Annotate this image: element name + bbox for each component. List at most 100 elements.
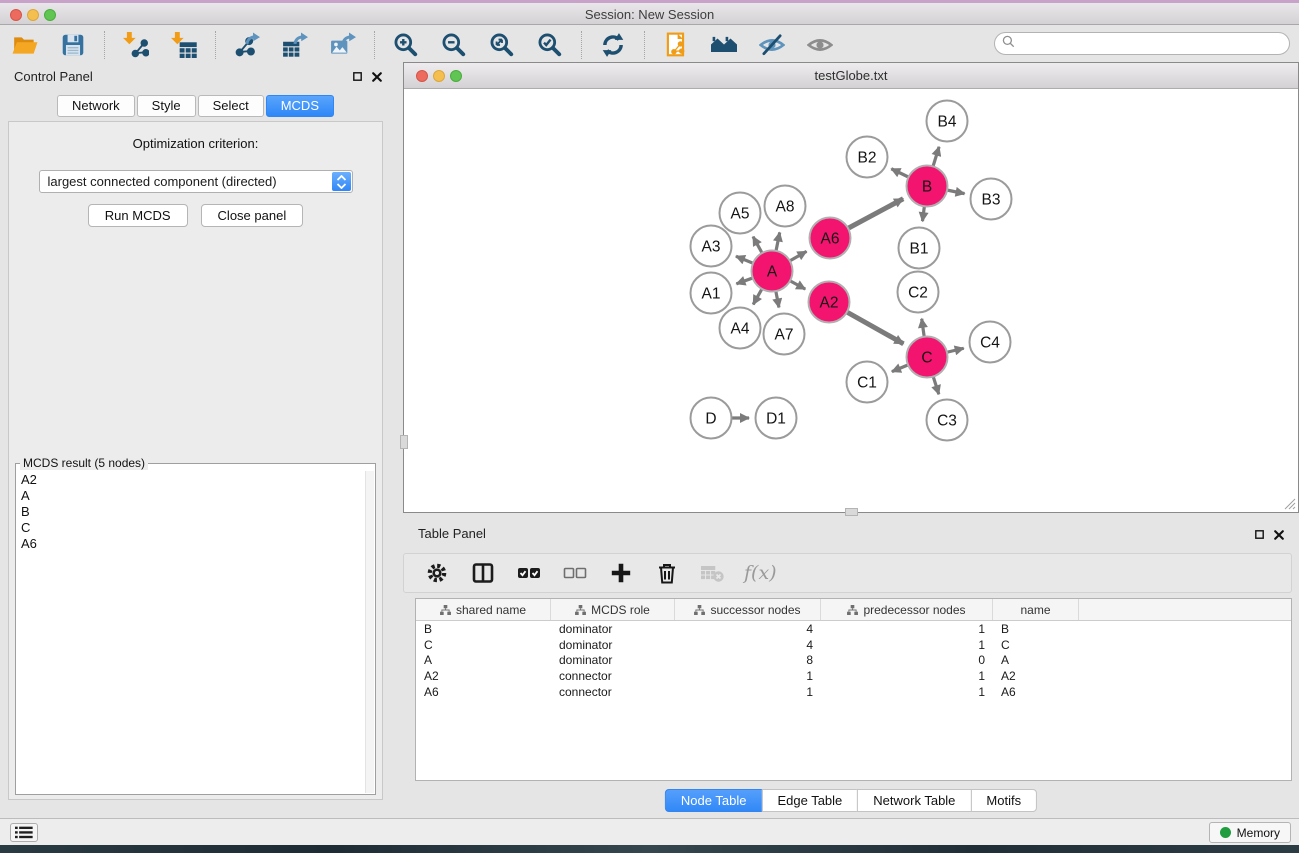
export-network-button[interactable]: [230, 28, 264, 62]
delete-columns-icon: [655, 561, 679, 585]
optimization-criterion-label: Optimization criterion:: [9, 136, 382, 151]
delete-table-button[interactable]: [698, 558, 728, 588]
svg-text:C1: C1: [857, 375, 877, 392]
cell-predecessor-nodes: 1: [821, 669, 993, 683]
graph-node-C3[interactable]: C3: [927, 400, 968, 441]
export-table-button[interactable]: [278, 28, 312, 62]
graph-node-B1[interactable]: B1: [899, 228, 940, 269]
tab-edge-table[interactable]: Edge Table: [761, 789, 858, 812]
graph-node-A4[interactable]: A4: [720, 308, 761, 349]
zoom-fit-button[interactable]: [485, 28, 519, 62]
tab-network-table[interactable]: Network Table: [857, 789, 971, 812]
table-row[interactable]: A6connector11A6: [416, 684, 1291, 700]
graph-node-A[interactable]: A: [752, 251, 793, 292]
scrollbar-track[interactable]: [365, 471, 374, 793]
cell-MCDS-role: dominator: [551, 638, 675, 652]
graph-node-A6[interactable]: A6: [810, 218, 851, 259]
graph-node-B4[interactable]: B4: [927, 101, 968, 142]
attribute-options-button[interactable]: [422, 558, 452, 588]
search-box[interactable]: [994, 32, 1290, 55]
show-all-button[interactable]: [803, 28, 837, 62]
select-all-columns-button[interactable]: [514, 558, 544, 588]
table-row[interactable]: Adominator80A: [416, 653, 1291, 669]
create-column-button[interactable]: [606, 558, 636, 588]
graph-node-D1[interactable]: D1: [756, 398, 797, 439]
mcds-result-item: A: [17, 488, 365, 504]
svg-text:A4: A4: [731, 321, 750, 338]
first-neighbors-icon: [711, 32, 737, 58]
graph-node-A7[interactable]: A7: [764, 314, 805, 355]
network-window-titlebar[interactable]: testGlobe.txt: [404, 63, 1298, 89]
import-table-button[interactable]: [167, 28, 201, 62]
graph-node-D[interactable]: D: [691, 398, 732, 439]
open-session-button[interactable]: [8, 28, 42, 62]
unselect-all-columns-button[interactable]: [560, 558, 590, 588]
table-row[interactable]: Bdominator41B: [416, 621, 1291, 637]
svg-text:A3: A3: [702, 239, 721, 256]
column-header-predecessor-nodes[interactable]: predecessor nodes: [821, 599, 993, 620]
graph-node-A8[interactable]: A8: [765, 186, 806, 227]
desktop-wallpaper: [0, 845, 1299, 853]
save-session-button[interactable]: [56, 28, 90, 62]
dropdown-stepper-icon: [332, 172, 351, 191]
tab-select[interactable]: Select: [198, 95, 264, 117]
control-panel: Control Panel NetworkStyleSelectMCDS Opt…: [0, 62, 391, 818]
refresh-button[interactable]: [596, 28, 630, 62]
close-panel-button[interactable]: Close panel: [201, 204, 304, 227]
tab-network[interactable]: Network: [57, 95, 135, 117]
float-panel-icon[interactable]: [351, 70, 364, 83]
zoom-in-button[interactable]: [389, 28, 423, 62]
attribute-tree-icon: [575, 605, 586, 615]
graph-node-C2[interactable]: C2: [898, 272, 939, 313]
graph-node-A2[interactable]: A2: [809, 282, 850, 323]
zoom-selected-button[interactable]: [533, 28, 567, 62]
column-header-successor-nodes[interactable]: successor nodes: [675, 599, 821, 620]
network-canvas[interactable]: B4 B2 B B3 A8A5 A6 A3 B1 A C2 A1 A2 A4 A7 C4 C C1 C3 D D1: [404, 90, 1298, 512]
graph-node-C1[interactable]: C1: [847, 362, 888, 403]
delete-columns-button[interactable]: [652, 558, 682, 588]
network-from-selection-button[interactable]: [659, 28, 693, 62]
first-neighbors-button[interactable]: [707, 28, 741, 62]
optimization-criterion-select[interactable]: largest connected component (directed): [39, 170, 353, 193]
tab-node-table[interactable]: Node Table: [665, 789, 763, 812]
list-icon: [15, 826, 33, 839]
graph-node-A5[interactable]: A5: [720, 193, 761, 234]
splitter-handle-bottom[interactable]: [845, 508, 858, 516]
toolbar-separator: [374, 31, 375, 59]
task-history-button[interactable]: [10, 823, 38, 842]
tab-style[interactable]: Style: [137, 95, 196, 117]
resize-grip-icon[interactable]: [1283, 497, 1297, 511]
graph-node-B2[interactable]: B2: [847, 137, 888, 178]
cell-successor-nodes: 4: [675, 622, 821, 636]
graph-node-A1[interactable]: A1: [691, 273, 732, 314]
graph-node-B[interactable]: B: [907, 166, 948, 207]
graph-node-C4[interactable]: C4: [970, 322, 1011, 363]
function-builder-button[interactable]: f(x): [744, 562, 777, 584]
export-network-icon: [234, 32, 260, 58]
table-row[interactable]: Cdominator41C: [416, 637, 1291, 653]
table-row[interactable]: A2connector11A2: [416, 668, 1291, 684]
window-titlebar[interactable]: Session: New Session: [0, 0, 1299, 25]
close-table-panel-icon[interactable]: [1272, 528, 1285, 541]
run-mcds-button[interactable]: Run MCDS: [88, 204, 188, 227]
close-panel-icon[interactable]: [370, 70, 383, 83]
export-image-button[interactable]: [326, 28, 360, 62]
splitter-handle-left[interactable]: [400, 435, 408, 449]
tab-motifs[interactable]: Motifs: [970, 789, 1037, 812]
column-header-name[interactable]: name: [993, 599, 1079, 620]
graph-node-C[interactable]: C: [907, 337, 948, 378]
svg-text:D1: D1: [766, 411, 786, 428]
zoom-out-button[interactable]: [437, 28, 471, 62]
attribute-tree-icon: [694, 605, 705, 615]
memory-button[interactable]: Memory: [1209, 822, 1291, 843]
column-view-button[interactable]: [468, 558, 498, 588]
column-header-MCDS-role[interactable]: MCDS role: [551, 599, 675, 620]
float-table-panel-icon[interactable]: [1253, 528, 1266, 541]
graph-node-B3[interactable]: B3: [971, 179, 1012, 220]
column-header-shared-name[interactable]: shared name: [416, 599, 551, 620]
tab-mcds[interactable]: MCDS: [266, 95, 334, 117]
search-input[interactable]: [1019, 34, 1289, 53]
hide-selected-button[interactable]: [755, 28, 789, 62]
graph-node-A3[interactable]: A3: [691, 226, 732, 267]
import-network-button[interactable]: [119, 28, 153, 62]
